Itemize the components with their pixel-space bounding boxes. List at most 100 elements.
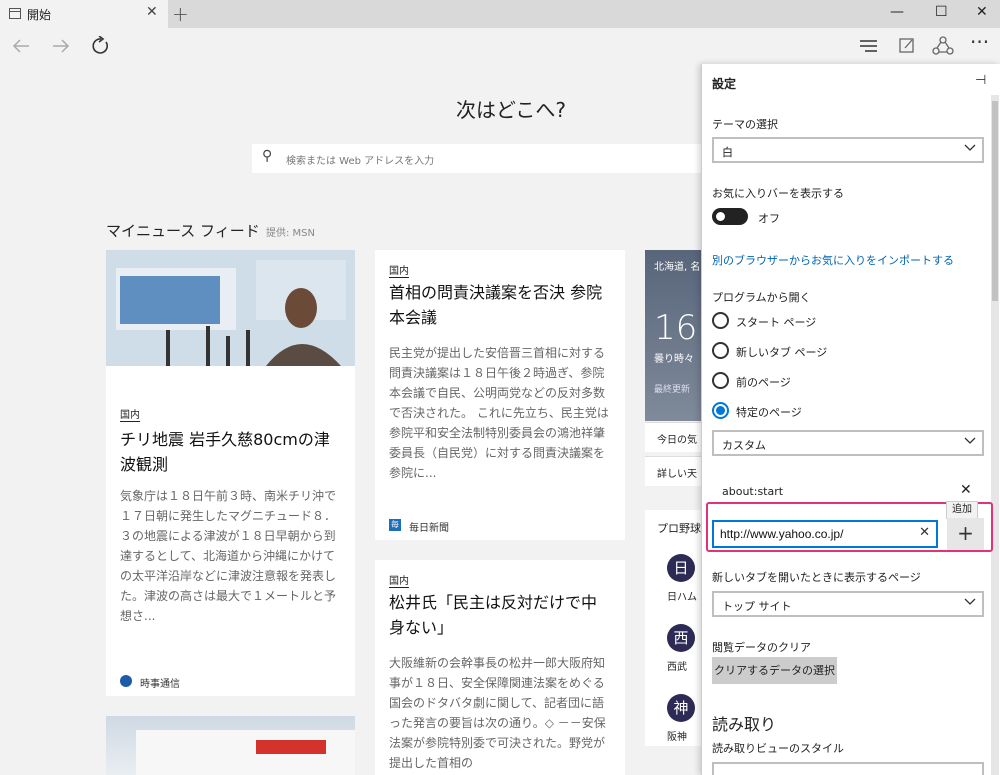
share-icon[interactable] bbox=[932, 35, 954, 57]
import-favorites-link[interactable]: 別のブラウザーからお気に入りをインポートする bbox=[712, 252, 954, 268]
baseball-title: プロ野球 bbox=[657, 522, 701, 535]
radio-start-page[interactable] bbox=[712, 312, 729, 329]
hub-icon[interactable] bbox=[859, 38, 879, 54]
remove-page-icon[interactable]: ✕ bbox=[960, 482, 972, 498]
radio-start-page-label: スタート ページ bbox=[736, 316, 817, 329]
browser-toolbar: ··· bbox=[0, 28, 1000, 64]
weather-detail-label: 詳しい天 bbox=[657, 469, 697, 480]
theme-value: 白 bbox=[722, 146, 733, 159]
favbar-state: オフ bbox=[758, 212, 780, 225]
news-photo bbox=[106, 250, 355, 366]
weather-desc: 曇り時々 bbox=[654, 354, 694, 365]
close-window-button[interactable]: ✕ bbox=[976, 4, 988, 20]
team-name: 阪神 bbox=[667, 732, 687, 743]
news-source: 時事通信 bbox=[140, 679, 180, 690]
pin-icon[interactable]: ⊣ bbox=[975, 73, 986, 88]
chevron-down-icon bbox=[964, 144, 976, 151]
mainichi-logo-icon: 毎 bbox=[389, 519, 401, 531]
newtab-label: 新しいタブを開いたときに表示するページ bbox=[712, 571, 921, 584]
reading-heading: 読み取り bbox=[712, 715, 777, 734]
title-bar: 開始 ✕ + — ☐ ✕ bbox=[0, 0, 1000, 28]
chevron-down-icon bbox=[964, 437, 976, 444]
radio-new-tab-page[interactable] bbox=[712, 342, 729, 359]
more-actions-button[interactable]: ··· bbox=[970, 30, 989, 54]
news-source: 毎日新聞 bbox=[409, 523, 449, 534]
newtab-select[interactable]: トップ サイト bbox=[712, 591, 984, 617]
add-tooltip: 追加 bbox=[946, 501, 978, 519]
tab-title: 開始 bbox=[27, 8, 52, 22]
browser-tab[interactable]: 開始 ✕ bbox=[0, 0, 168, 28]
feed-provider: 提供: MSN bbox=[266, 228, 316, 239]
radio-previous-pages-label: 前のページ bbox=[736, 376, 791, 389]
news-card-matsui[interactable]: 国内 松井氏「民主は反対だけで中身ない」 大阪維新の会幹事長の松井一郎大阪府知事… bbox=[375, 560, 625, 775]
weather-updated: 最終更新 bbox=[654, 385, 691, 395]
team-badge: 神 bbox=[667, 694, 695, 722]
team-badge: 日 bbox=[667, 554, 695, 582]
news-summary: 気象庁は１８日午前３時、南米チリ沖で１７日朝に発生したマグニチュード８．３の地震… bbox=[120, 489, 337, 623]
jiji-logo-icon bbox=[120, 675, 132, 687]
url-input[interactable]: ✕ bbox=[712, 520, 938, 548]
clear-data-label: 閲覧データのクリア bbox=[712, 641, 811, 654]
forward-arrow-icon[interactable] bbox=[51, 37, 71, 55]
radio-new-tab-page-label: 新しいタブ ページ bbox=[736, 346, 828, 359]
reading-style-select[interactable] bbox=[712, 762, 984, 775]
news-headline[interactable]: 松井氏「民主は反対だけで中身ない」 bbox=[389, 590, 611, 640]
add-page-button[interactable]: + bbox=[947, 518, 984, 550]
open-with-label: プログラムから開く bbox=[712, 291, 811, 304]
news-category: 国内 bbox=[389, 262, 409, 278]
weather-city: 北海道, 名 bbox=[654, 262, 701, 273]
web-note-icon[interactable] bbox=[897, 36, 917, 56]
specific-page-select[interactable]: カスタム bbox=[712, 430, 984, 456]
minimize-button[interactable]: — bbox=[890, 4, 904, 20]
weather-card[interactable]: 北海道, 名 16° 曇り時々 最終更新 bbox=[645, 250, 714, 421]
news-card-chile[interactable]: 国内 チリ地震 岩手久慈80cmの津波観測 気象庁は１８日午前３時、南米チリ沖で… bbox=[106, 250, 355, 696]
theme-label: テーマの選択 bbox=[712, 118, 778, 131]
settings-scrollbar[interactable] bbox=[991, 95, 999, 775]
settings-title: 設定 bbox=[712, 77, 737, 91]
tab-close-icon[interactable]: ✕ bbox=[146, 4, 158, 20]
search-placeholder: 検索または Web アドレスを入力 bbox=[286, 156, 435, 167]
clear-input-icon[interactable]: ✕ bbox=[919, 525, 930, 540]
news-headline[interactable]: チリ地震 岩手久慈80cmの津波観測 bbox=[120, 427, 341, 477]
radio-previous-pages[interactable] bbox=[712, 372, 729, 389]
press-conference-image bbox=[106, 250, 355, 366]
page-icon bbox=[9, 8, 21, 19]
search-box[interactable]: ⚲ 検索または Web アドレスを入力 bbox=[252, 144, 722, 173]
weather-today-link[interactable]: 今日の気 bbox=[645, 422, 705, 452]
news-summary: 大阪維新の会幹事長の松井一郎大阪府知事が１８日、安全保障関連法案をめぐる国会のド… bbox=[389, 656, 606, 770]
scrollbar-thumb[interactable] bbox=[992, 101, 998, 301]
page-list-item: about:start bbox=[722, 485, 784, 498]
radio-specific-page[interactable] bbox=[712, 402, 729, 419]
favbar-toggle[interactable] bbox=[712, 208, 748, 225]
weather-today-label: 今日の気 bbox=[657, 435, 697, 446]
radio-specific-page-label: 特定のページ bbox=[736, 406, 802, 419]
building-image bbox=[136, 730, 355, 775]
url-field[interactable] bbox=[720, 526, 910, 542]
news-card-censure[interactable]: 国内 首相の問責決議案を否決 参院本会議 民主党が提出した安倍晋三首相に対する問… bbox=[375, 250, 625, 540]
search-icon: ⚲ bbox=[262, 148, 273, 164]
new-tab-button[interactable]: + bbox=[172, 2, 189, 26]
theme-select[interactable]: 白 bbox=[712, 137, 984, 163]
reading-style-label: 読み取りビューのスタイル bbox=[712, 742, 844, 755]
team-name: 日ハム bbox=[667, 592, 697, 603]
favbar-label: お気に入りバーを表示する bbox=[712, 187, 844, 200]
newtab-value: トップ サイト bbox=[722, 600, 792, 613]
weather-detail-link[interactable]: 詳しい天 bbox=[645, 456, 705, 486]
news-summary: 民主党が提出した安倍晋三首相に対する問責決議案は１８日午後２時過ぎ、参院本会議で… bbox=[389, 346, 609, 480]
news-card-partial[interactable] bbox=[106, 716, 355, 775]
team-name: 西武 bbox=[667, 662, 687, 673]
news-category: 国内 bbox=[389, 572, 409, 588]
page-heading: 次はどこへ? bbox=[456, 98, 567, 122]
chevron-down-icon bbox=[964, 598, 976, 605]
team-badge: 西 bbox=[667, 624, 695, 652]
back-arrow-icon[interactable] bbox=[11, 37, 31, 55]
settings-pane: 設定 ⊣ テーマの選択 白 お気に入りバーを表示する オフ 別のブラウザーからお… bbox=[701, 64, 1000, 775]
maximize-button[interactable]: ☐ bbox=[935, 4, 948, 20]
refresh-icon[interactable] bbox=[91, 36, 111, 56]
news-category: 国内 bbox=[120, 406, 140, 422]
specific-page-value: カスタム bbox=[722, 439, 766, 452]
choose-clear-data-button[interactable]: クリアするデータの選択 bbox=[712, 657, 837, 684]
feed-title: マイニュース フィード bbox=[106, 222, 260, 240]
baseball-card[interactable]: プロ野球 日 日ハム 西 西武 神 阪神 bbox=[645, 510, 705, 746]
news-headline[interactable]: 首相の問責決議案を否決 参院本会議 bbox=[389, 280, 611, 330]
